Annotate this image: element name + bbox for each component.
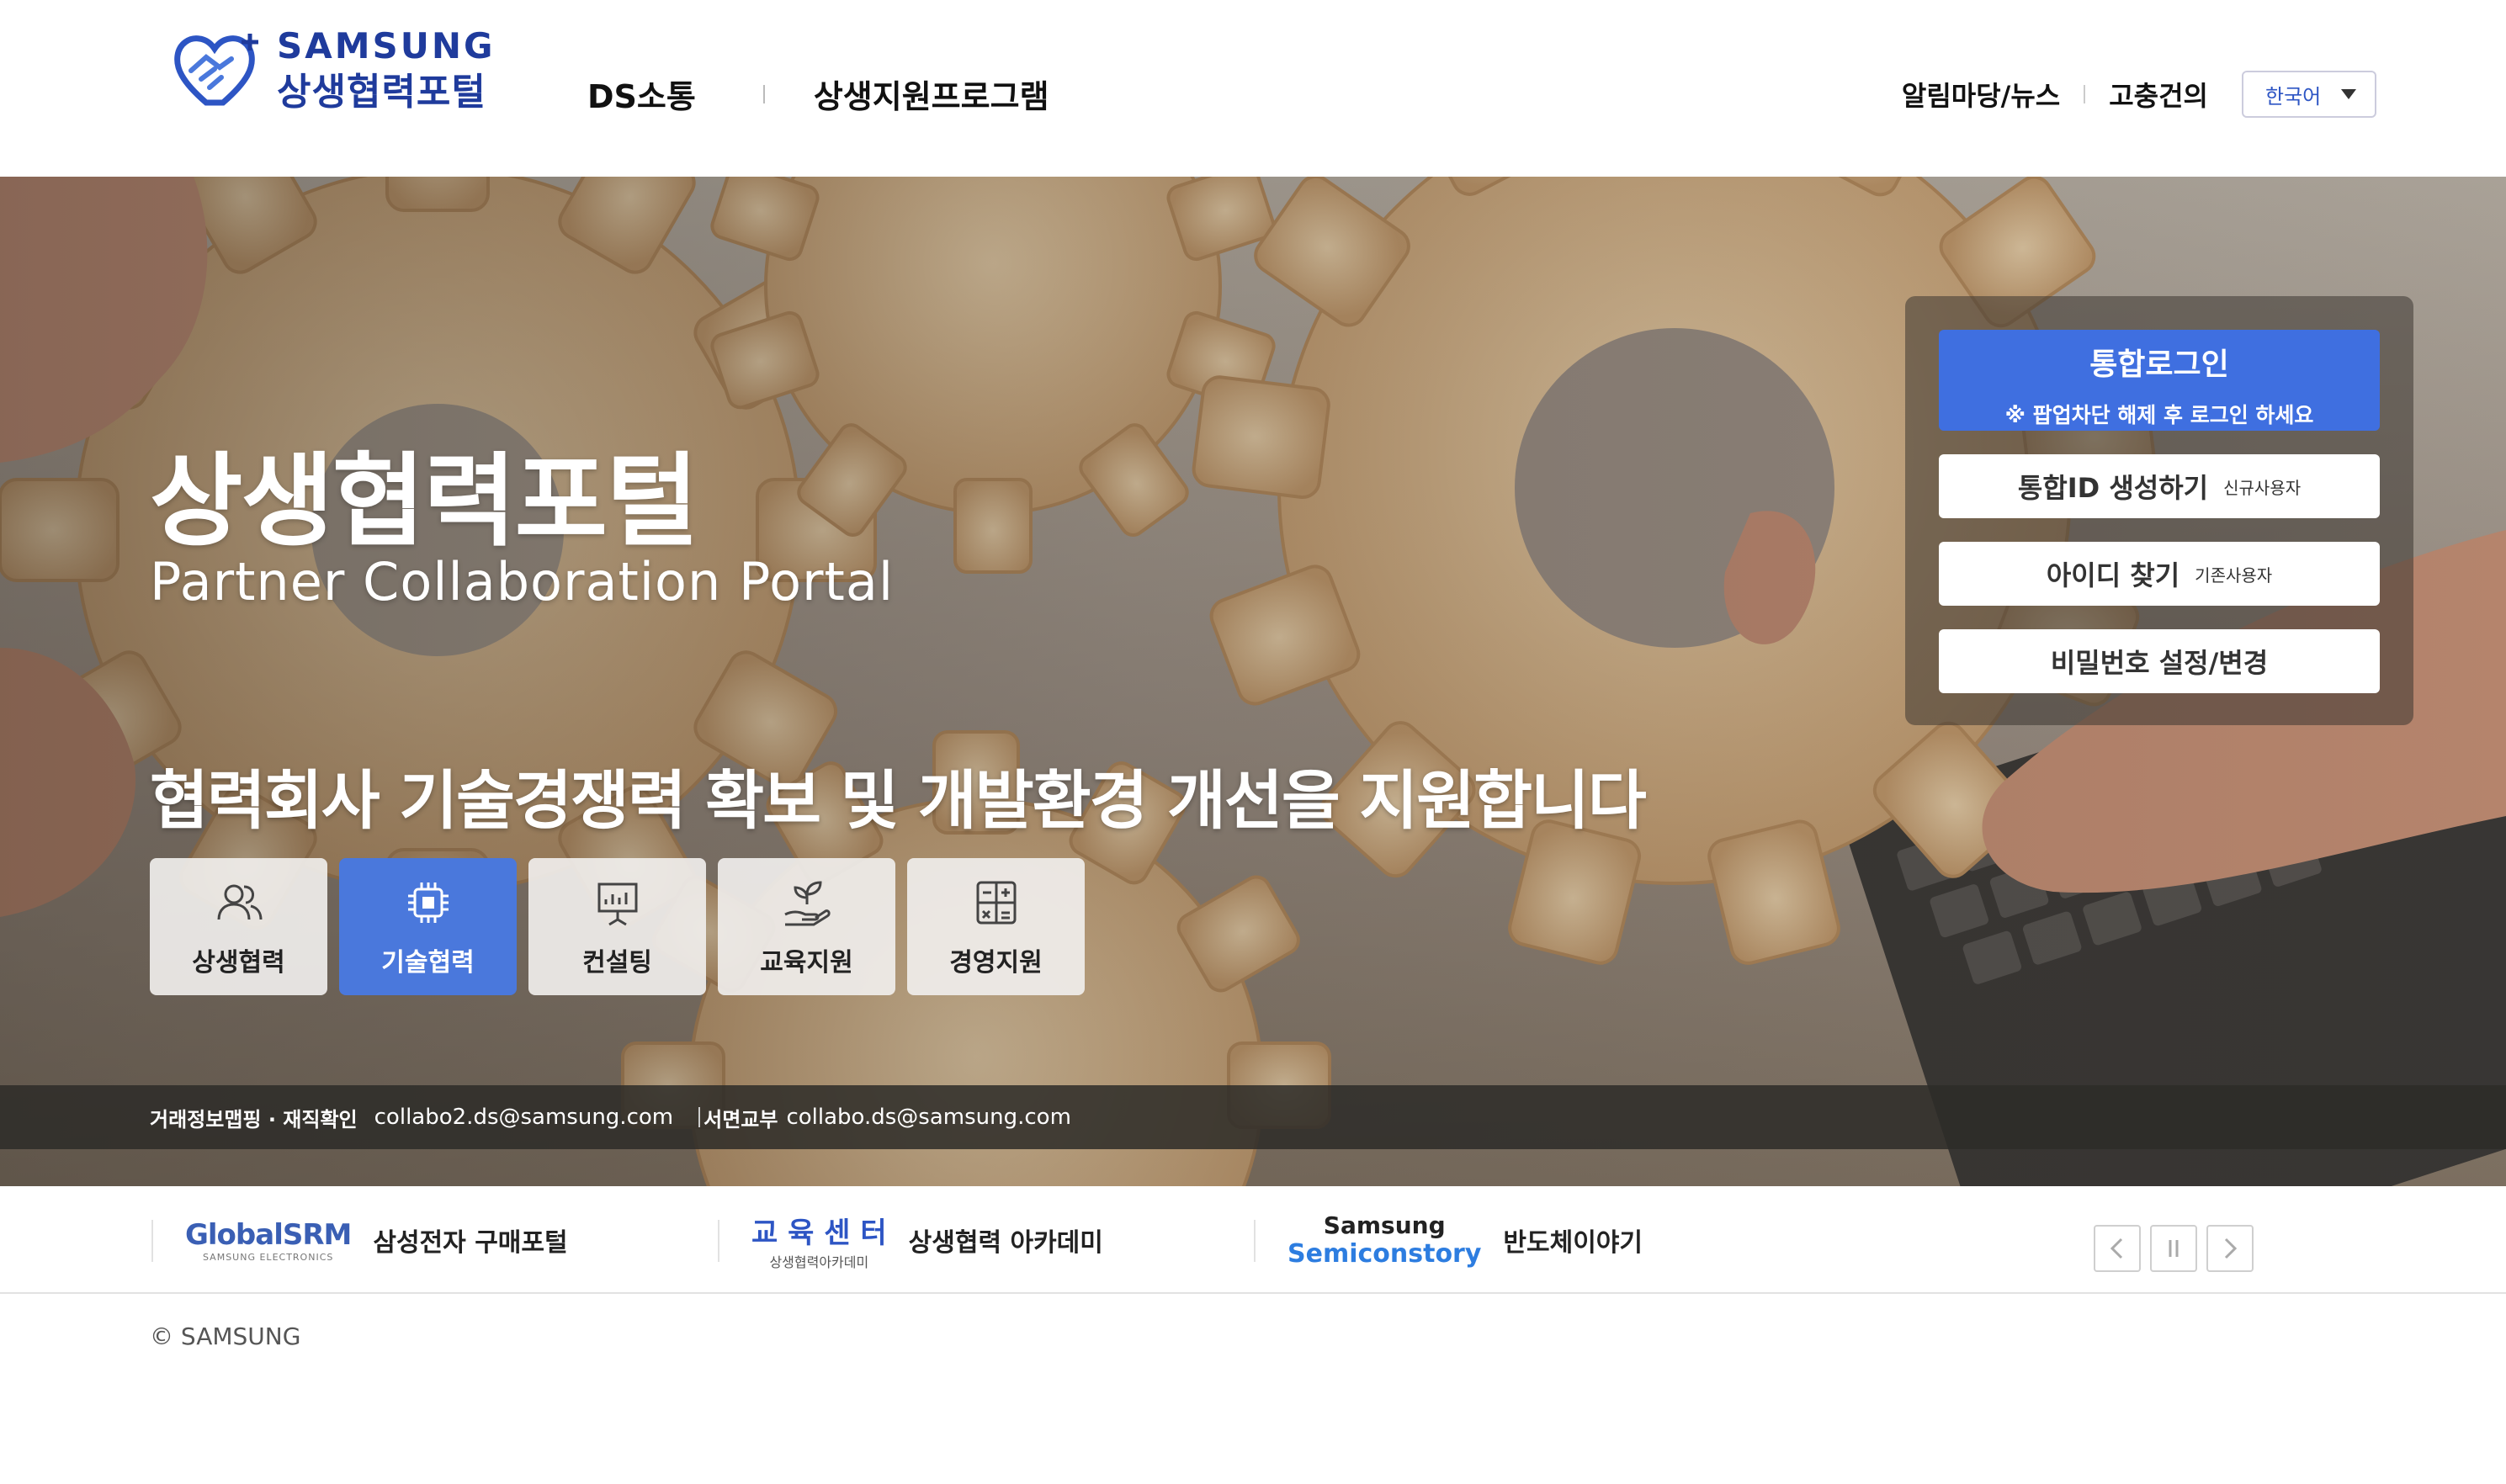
- family-link-global-srm[interactable]: GlobalSRM SAMSUNG ELECTRONICS 삼성전자 구매포털: [151, 1216, 568, 1264]
- hero-description: 협력회사 기술경쟁력 확보 및 개발환경 개선을 지원합니다: [150, 763, 1647, 838]
- login-title: 통합로그인: [2089, 347, 2229, 382]
- chevron-left-icon: [2110, 1238, 2123, 1259]
- find-id-button[interactable]: 아이디 찾기 기존사용자: [1939, 542, 2380, 606]
- create-id-button[interactable]: 통합ID 생성하기 신규사용자: [1939, 454, 2380, 518]
- global-srm-logo: GlobalSRM SAMSUNG ELECTRONICS: [185, 1217, 352, 1263]
- semiconstory-logo: Samsung Semiconstory: [1288, 1211, 1482, 1269]
- hero-title: 상생협력포털: [150, 443, 698, 560]
- nav-notice-news[interactable]: 알림마당/뉴스: [1902, 75, 2060, 114]
- site-header: SAMSUNG 상생협력포털 DS소통 상생지원프로그램 알림마당/뉴스 고충건…: [0, 0, 2506, 177]
- calculator-icon: [976, 881, 1016, 924]
- contact-email-mapping[interactable]: collabo2.ds@samsung.com: [374, 1105, 673, 1130]
- popup-notice: ※ 팝업차단 해제 후 로그인 하세요: [2004, 403, 2314, 427]
- family-link-academy[interactable]: 교 육 센 터 상생협력아카데미 상생협력 아카데미: [718, 1216, 1103, 1270]
- create-id-label: 통합ID 생성하기: [2017, 472, 2209, 504]
- card-management[interactable]: 경영지원: [907, 858, 1085, 995]
- carousel-next-button[interactable]: [2206, 1225, 2254, 1272]
- logo-subtitle: 상생협력포털: [277, 71, 486, 114]
- hero-subtitle: Partner Collaboration Portal: [150, 551, 895, 612]
- utility-nav: 알림마당/뉴스 고충건의 한국어: [1902, 71, 2376, 118]
- samsung-partner-portal-logo[interactable]: SAMSUNG 상생협력포털: [173, 29, 493, 126]
- card-education[interactable]: 교육지원: [718, 858, 895, 995]
- family-divider: [151, 1220, 153, 1262]
- contact-divider: [698, 1107, 701, 1127]
- education-center-logo: 교 육 센 터 상생협력아카데미: [751, 1216, 887, 1270]
- nav-divider: [762, 84, 765, 103]
- card-label: 교육지원: [760, 947, 853, 978]
- family-divider: [718, 1220, 719, 1262]
- carousel-pause-button[interactable]: [2150, 1225, 2197, 1272]
- find-id-label: 아이디 찾기: [2046, 559, 2180, 591]
- card-label: 상생협력: [192, 947, 285, 978]
- logo-brand: SAMSUNG: [277, 25, 496, 66]
- presentation-icon: [597, 882, 637, 925]
- password-setting-label: 비밀번호 설정/변경: [2050, 647, 2269, 679]
- footer-copyright: © SAMSUNG: [150, 1322, 301, 1350]
- program-cards: 상생협력 기술협력 컨설팅 교육지원 경영지원: [150, 858, 1085, 995]
- card-consulting[interactable]: 컨설팅: [528, 858, 706, 995]
- login-panel: 통합로그인 ※ 팝업차단 해제 후 로그인 하세요 통합ID 생성하기 신규사용…: [1905, 296, 2413, 725]
- family-link-semiconstory[interactable]: Samsung Semiconstory 반도체이야기: [1254, 1211, 1643, 1269]
- main-nav: DS소통 상생지원프로그램: [587, 71, 1049, 117]
- plant-hand-icon: [783, 880, 831, 925]
- contact-email-document[interactable]: collabo.ds@samsung.com: [786, 1105, 1070, 1130]
- card-label: 경영지원: [949, 947, 1043, 978]
- card-tech-collab[interactable]: 기술협력: [339, 858, 517, 995]
- family-link-label: 상생협력 아카데미: [908, 1228, 1103, 1258]
- family-link-label: 삼성전자 구매포털: [373, 1228, 568, 1258]
- heart-handshake-icon: [174, 34, 258, 106]
- password-setting-button[interactable]: 비밀번호 설정/변경: [1939, 629, 2380, 693]
- people-icon: [217, 884, 262, 920]
- hero-banner: 상생협력포털 Partner Collaboration Portal 협력회사…: [0, 177, 2506, 1186]
- nav-grievance[interactable]: 고충건의: [2109, 75, 2208, 114]
- nav-ds-communication[interactable]: DS소통: [587, 71, 696, 117]
- integrated-login-button[interactable]: 통합로그인 ※ 팝업차단 해제 후 로그인 하세요: [1939, 330, 2380, 431]
- carousel-prev-button[interactable]: [2094, 1225, 2141, 1272]
- chip-icon: [407, 882, 449, 923]
- pause-icon: [2169, 1240, 2179, 1257]
- contact-label-mapping: 거래정보맵핑 · 재직확인: [150, 1107, 358, 1132]
- contact-bar: 거래정보맵핑 · 재직확인 collabo2.ds@samsung.com 서면…: [0, 1085, 2506, 1149]
- family-link-label: 반도체이야기: [1503, 1228, 1643, 1258]
- chevron-right-icon: [2224, 1238, 2238, 1259]
- family-site-links: GlobalSRM SAMSUNG ELECTRONICS 삼성전자 구매포털 …: [0, 1186, 2506, 1294]
- create-id-sub: 신규사용자: [2223, 477, 2302, 498]
- find-id-sub: 기존사용자: [2195, 564, 2273, 586]
- card-label: 컨설팅: [582, 947, 652, 978]
- util-divider: [2084, 85, 2086, 103]
- language-select[interactable]: 한국어: [2242, 71, 2376, 118]
- chevron-down-icon: [2341, 89, 2356, 99]
- nav-support-program[interactable]: 상생지원프로그램: [814, 71, 1049, 117]
- card-win-win[interactable]: 상생협력: [150, 858, 327, 995]
- language-value: 한국어: [2265, 84, 2322, 109]
- family-divider: [1254, 1220, 1256, 1262]
- card-label: 기술협력: [381, 947, 475, 978]
- contact-label-document: 서면교부: [703, 1107, 778, 1132]
